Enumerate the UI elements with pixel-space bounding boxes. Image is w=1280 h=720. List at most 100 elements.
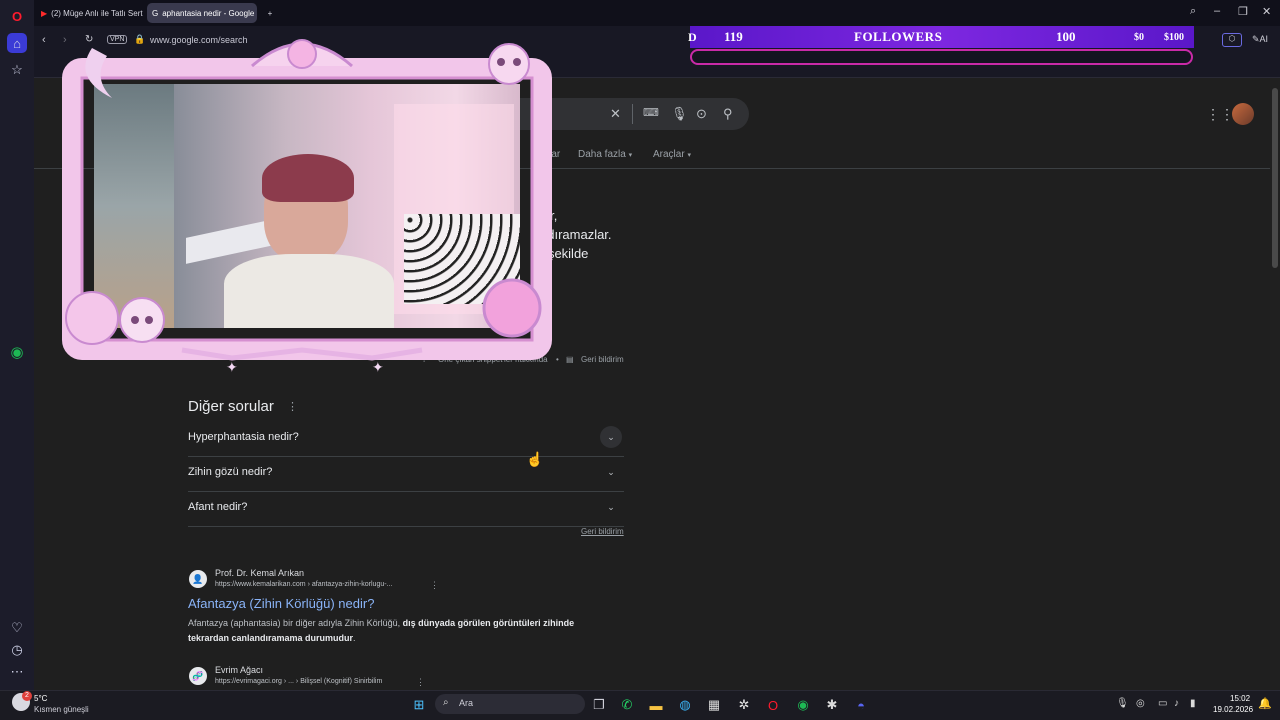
snippet-feedback-link[interactable]: Geri bildirim (581, 355, 624, 364)
network-icon[interactable]: ▭ (1158, 698, 1167, 709)
paa-question[interactable]: Afant nedir? ⌄ (188, 492, 624, 527)
page-scrollbar[interactable] (1270, 78, 1280, 690)
spotify-icon[interactable]: ◉ (794, 696, 812, 714)
paa-question-text: Zihin gözü nedir? (188, 466, 273, 478)
mic-icon[interactable]: 🎙 (671, 106, 688, 122)
chevron-down-icon[interactable]: ⌄ (600, 496, 622, 518)
tab-more[interactable]: Daha fazla ▾ (578, 149, 632, 160)
paa-title: Diğer sorular (188, 398, 274, 415)
scrollbar-thumb[interactable] (1272, 88, 1278, 268)
avatar[interactable] (1232, 103, 1254, 125)
paa-question-text: Afant nedir? (188, 501, 248, 513)
search-icon[interactable]: ⚲ (723, 106, 733, 122)
result-title-link[interactable]: Afantazya (Zihin Körlüğü) nedir? (188, 596, 374, 611)
opera-sidebar: O ⌂ ☆ ◉ ♡ ◷ ⋯ (0, 0, 34, 690)
heart-icon (287, 39, 317, 69)
paa-question[interactable]: Hyperphantasia nedir? ⌄ (188, 422, 624, 457)
battery-icon[interactable]: ▮ (1190, 698, 1196, 709)
sparkle-icon: ✦ (226, 360, 238, 376)
taskbar-search-placeholder: Ara (459, 698, 474, 708)
skull-icon (119, 297, 165, 343)
opera-icon[interactable]: O (764, 696, 782, 714)
result-url[interactable]: https://evrimagaci.org › ... › Bilişsel … (215, 678, 382, 685)
chatgpt-icon[interactable]: ✲ (735, 696, 753, 714)
tab-search-icon[interactable]: ⌕ (1190, 5, 1196, 18)
donation-2: $100 (1164, 32, 1184, 43)
followers-goal: 100 (1056, 29, 1076, 44)
tray-icon[interactable]: ◎ (1136, 698, 1145, 709)
mic-icon[interactable]: 🎙 (1116, 698, 1129, 709)
mouse-cursor-icon: ☝ (526, 451, 544, 467)
notifications-icon[interactable]: 🔔 (1258, 697, 1272, 710)
snippet-end: . (353, 633, 356, 643)
webcam-frame: ✦ ✦ (62, 39, 552, 376)
tab-strip: ▶ (2) Müge Anlı ile Tatlı Sert G aphanta… (34, 0, 1280, 26)
goal-prefix: D (688, 30, 697, 44)
followers-current: 119 (724, 29, 743, 44)
new-tab-button[interactable]: + (260, 3, 280, 23)
maximize-icon[interactable]: ❐ (1238, 5, 1248, 18)
discord-icon[interactable]: ◓ (852, 696, 870, 714)
taskbar-search[interactable]: ⌕ Ara (435, 694, 585, 714)
paa-question[interactable]: Zihin gözü nedir? ⌄ (188, 457, 624, 492)
separator-dot: • (556, 355, 559, 364)
tab-tools-label: Araçlar (653, 149, 685, 160)
app-icon[interactable]: ✱ (823, 696, 841, 714)
tab-youtube[interactable]: ▶ (2) Müge Anlı ile Tatlı Sert (36, 3, 144, 23)
follower-goal-bar: D 119 FOLLOWERS 100 $0 $100 (688, 26, 1194, 48)
result-url[interactable]: https://www.kemalarikan.com › afantazya-… (215, 581, 392, 588)
clear-icon[interactable]: ✕ (610, 106, 621, 122)
chevron-down-icon[interactable]: ⌄ (600, 461, 622, 483)
ai-button[interactable]: ✎AI (1252, 34, 1268, 45)
volume-icon[interactable]: ♪ (1174, 698, 1179, 709)
divider (632, 104, 633, 124)
clock-date[interactable]: 19.02.2026 (1213, 705, 1253, 714)
opera-logo-icon[interactable]: O (7, 6, 27, 26)
keyboard-icon[interactable]: ⌨ (643, 106, 659, 119)
extension-icon[interactable]: ⬡ (1222, 33, 1242, 47)
windows-start-icon[interactable]: ⊞ (410, 696, 428, 714)
result-site-name: Evrim Ağacı (215, 665, 264, 675)
paa-menu-icon[interactable]: ⋮ (287, 400, 298, 413)
feedback-icon: ▤ (566, 355, 574, 364)
heart-icon[interactable]: ♡ (7, 618, 27, 638)
donation-1: $0 (1134, 32, 1144, 43)
potion-icon (482, 278, 542, 338)
close-icon[interactable]: ✕ (1262, 5, 1271, 18)
more-icon[interactable]: ⋯ (7, 662, 27, 682)
spotify-icon[interactable]: ◉ (7, 342, 27, 362)
followers-label: FOLLOWERS (854, 29, 943, 44)
favorites-icon[interactable]: ☆ (7, 60, 27, 80)
clock-time[interactable]: 15:02 (1230, 694, 1250, 703)
history-icon[interactable]: ◷ (7, 640, 27, 660)
whatsapp-icon[interactable]: ✆ (618, 696, 636, 714)
paa-feedback-link[interactable]: Geri bildirim (581, 527, 624, 536)
follower-progress-fill (692, 51, 1191, 63)
taskbar (0, 690, 1280, 720)
edge-icon[interactable]: ◍ (676, 696, 694, 714)
google-icon: G (152, 8, 159, 18)
flower-icon (65, 291, 119, 345)
back-icon[interactable]: ‹ (42, 34, 46, 46)
youtube-icon: ▶ (41, 8, 48, 18)
store-icon[interactable]: ▦ (705, 696, 723, 714)
apps-icon[interactable]: ⋮⋮ (1206, 106, 1234, 123)
result-snippet: Afantazya (aphantasia) bir diğer adıyla … (188, 616, 608, 646)
chevron-down-icon[interactable]: ⌄ (600, 426, 622, 448)
caret-down-icon: ▾ (687, 152, 691, 159)
task-view-icon[interactable]: ❐ (590, 696, 608, 714)
ai-label: AI (1259, 34, 1269, 44)
follower-progress-track (690, 49, 1193, 65)
file-explorer-icon[interactable]: ▬ (647, 696, 665, 714)
site-favicon: 🧬 (189, 667, 207, 685)
home-icon[interactable]: ⌂ (7, 33, 27, 53)
result-menu-icon[interactable]: ⋮ (430, 580, 439, 591)
site-favicon: 👤 (189, 570, 207, 588)
result-menu-icon[interactable]: ⋮ (416, 677, 425, 688)
snippet-text: Afantazya (aphantasia) bir diğer adıyla … (188, 618, 403, 628)
minimize-icon[interactable]: – (1214, 5, 1220, 17)
weather-temp: 5°C (34, 694, 48, 703)
lens-icon[interactable]: ⊙ (696, 106, 707, 122)
tab-google[interactable]: G aphantasia nedir - Google (147, 3, 257, 23)
tab-tools[interactable]: Araçlar ▾ (653, 149, 691, 160)
